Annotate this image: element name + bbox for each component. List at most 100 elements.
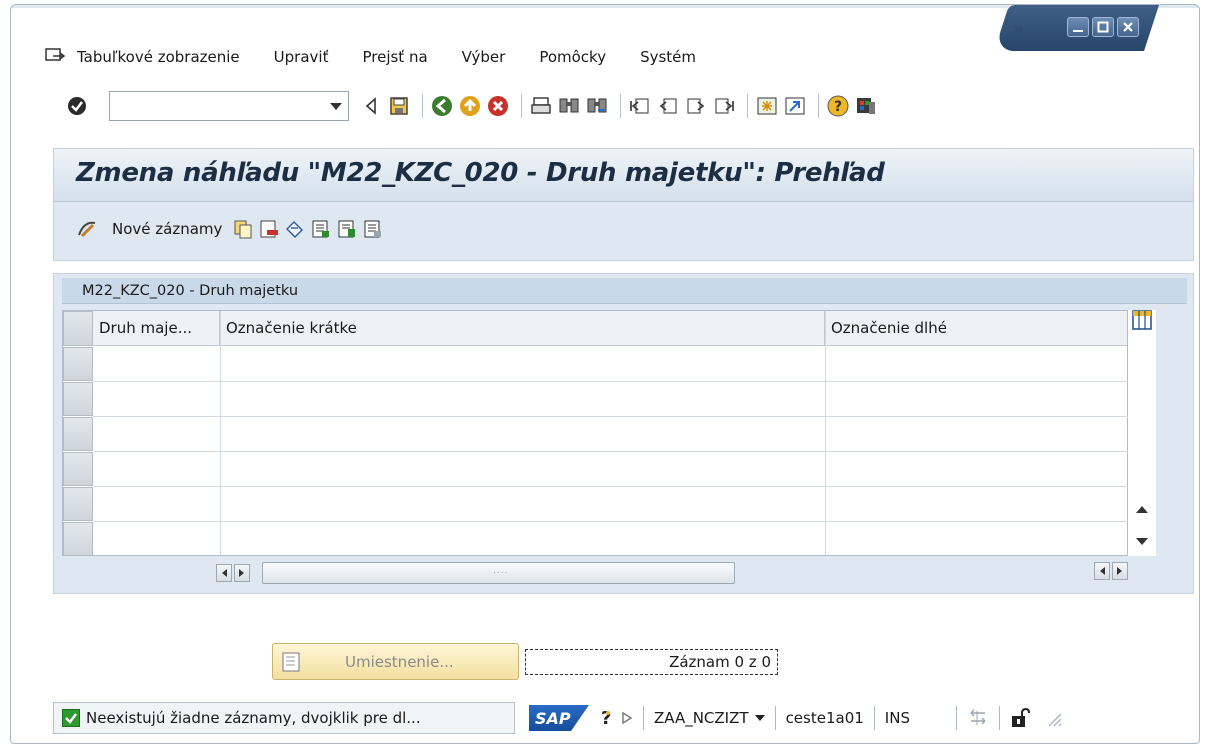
minimize-button[interactable] (1067, 17, 1089, 37)
horizontal-scroll-thumb[interactable]: .... (262, 562, 735, 584)
table-row[interactable] (93, 381, 1129, 382)
vertical-scrollbar[interactable] (1128, 310, 1156, 556)
column-settings-icon (1132, 310, 1152, 330)
standard-toolbar: ? (65, 89, 882, 123)
maximize-button[interactable] (1092, 17, 1114, 37)
resize-grip-icon[interactable] (1044, 709, 1062, 727)
status-bar: Neexistujú žiadne záznamy, dvojklik pre … (53, 700, 1183, 736)
undo-change-icon[interactable] (284, 218, 306, 240)
scroll-right-icon (1117, 567, 1122, 575)
row-selector[interactable] (63, 487, 93, 521)
svg-text:?: ? (601, 709, 611, 727)
scroll-down-icon[interactable] (1136, 538, 1148, 545)
row-selector[interactable] (63, 522, 93, 556)
success-check-icon (62, 709, 80, 727)
row-selector[interactable] (63, 417, 93, 451)
status-divider (873, 706, 875, 730)
command-field[interactable] (109, 91, 349, 121)
customize-layout-icon[interactable] (854, 94, 878, 118)
table-row[interactable] (93, 451, 1129, 452)
table-row[interactable] (93, 521, 1129, 522)
input-mode[interactable]: INS (885, 709, 910, 727)
menu-pomocky[interactable]: Pomôcky (539, 48, 606, 66)
position-icon (282, 652, 300, 671)
horizontal-scrollbar-right[interactable] (1094, 562, 1130, 580)
status-expand-icon[interactable] (621, 711, 633, 725)
status-message[interactable]: Neexistujú žiadne záznamy, dvojklik pre … (53, 702, 515, 734)
status-divider (774, 706, 776, 730)
shortcut-icon[interactable] (783, 94, 807, 118)
column-header-oznacenie-kratke[interactable]: Označenie krátke (220, 311, 825, 346)
select-all-rows-button[interactable] (63, 311, 93, 346)
menu-icon[interactable] (45, 48, 67, 66)
help-question-icon: ? (601, 709, 611, 727)
menu-prejst-na[interactable]: Prejsť na (362, 48, 427, 66)
scroll-up-icon[interactable] (1136, 506, 1148, 513)
toolbar-separator (521, 94, 522, 118)
row-selector[interactable] (63, 382, 93, 416)
toolbar-separator (422, 94, 423, 118)
table-row[interactable] (93, 416, 1129, 417)
select-block-icon[interactable] (336, 218, 358, 240)
close-button[interactable] (1117, 17, 1139, 37)
scroll-left-button[interactable] (1094, 562, 1110, 580)
copy-icon[interactable] (232, 218, 254, 240)
menu-tabulkove-zobrazenie[interactable]: Tabuľkové zobrazenie (77, 48, 240, 66)
new-entries-button[interactable]: Nové záznamy (112, 220, 222, 238)
system-dropdown[interactable]: ZAA_NCZIZT (654, 709, 765, 727)
window-controls (1067, 17, 1139, 37)
position-button-label: Umiestnenie... (345, 652, 454, 671)
deselect-all-icon[interactable] (362, 218, 384, 240)
enter-check-icon[interactable] (65, 94, 89, 118)
close-icon (1123, 22, 1133, 32)
row-selector[interactable] (63, 452, 93, 486)
display-change-icon[interactable] (76, 218, 98, 240)
transfer-icon[interactable] (967, 709, 989, 727)
scroll-left-icon (1100, 567, 1105, 575)
menu-system[interactable]: Systém (640, 48, 696, 66)
position-button[interactable]: Umiestnenie... (272, 643, 519, 680)
sap-logo: SAP (529, 705, 589, 731)
server-name: ceste1a01 (785, 709, 864, 727)
new-session-icon[interactable] (755, 94, 779, 118)
back-arrow-icon[interactable] (359, 94, 383, 118)
previous-page-icon[interactable] (656, 94, 680, 118)
scroll-right-button[interactable] (234, 564, 250, 582)
select-all-icon[interactable] (310, 218, 332, 240)
table-title: M22_KZC_020 - Druh majetku (62, 278, 1187, 304)
record-counter: Záznam 0 z 0 (525, 649, 778, 675)
horizontal-scrollbar-left[interactable]: .... (216, 562, 735, 584)
delete-icon[interactable] (258, 218, 280, 240)
print-icon[interactable] (529, 94, 553, 118)
column-header-druh-majetku[interactable]: Druh maje... (93, 311, 220, 346)
menu-overflow-button[interactable]: » (1014, 19, 1024, 38)
menu-upravit[interactable]: Upraviť (274, 48, 329, 66)
status-help[interactable]: ? (599, 709, 633, 727)
save-icon[interactable] (387, 94, 411, 118)
menu-vyber[interactable]: Výber (462, 48, 506, 66)
svg-text:?: ? (834, 99, 842, 115)
scroll-left-icon (222, 569, 227, 577)
find-next-icon[interactable] (585, 94, 609, 118)
column-config-button[interactable] (1132, 310, 1152, 330)
help-icon[interactable]: ? (826, 94, 850, 118)
next-page-icon[interactable] (684, 94, 708, 118)
exit-icon[interactable] (458, 94, 482, 118)
row-selector[interactable] (63, 347, 93, 381)
command-dropdown-icon[interactable] (330, 103, 342, 110)
scroll-right-button[interactable] (1112, 562, 1128, 580)
last-page-icon[interactable] (712, 94, 736, 118)
sap-window: » Tabuľkové zobrazenie Upraviť Prejsť na… (10, 4, 1200, 744)
screen-header: Zmena náhľadu "M22_KZC_020 - Druh majetk… (53, 148, 1194, 261)
cancel-icon[interactable] (486, 94, 510, 118)
status-divider (955, 706, 957, 730)
scroll-left-button[interactable] (216, 564, 232, 582)
back-icon[interactable] (430, 94, 454, 118)
lock-icon[interactable] (1010, 707, 1030, 729)
column-header-oznacenie-dlhe[interactable]: Označenie dlhé (825, 311, 1129, 346)
find-icon[interactable] (557, 94, 581, 118)
toolbar-separator (620, 94, 621, 118)
data-grid: Druh maje... Označenie krátke Označenie … (62, 310, 1129, 557)
table-row[interactable] (93, 486, 1129, 487)
first-page-icon[interactable] (628, 94, 652, 118)
